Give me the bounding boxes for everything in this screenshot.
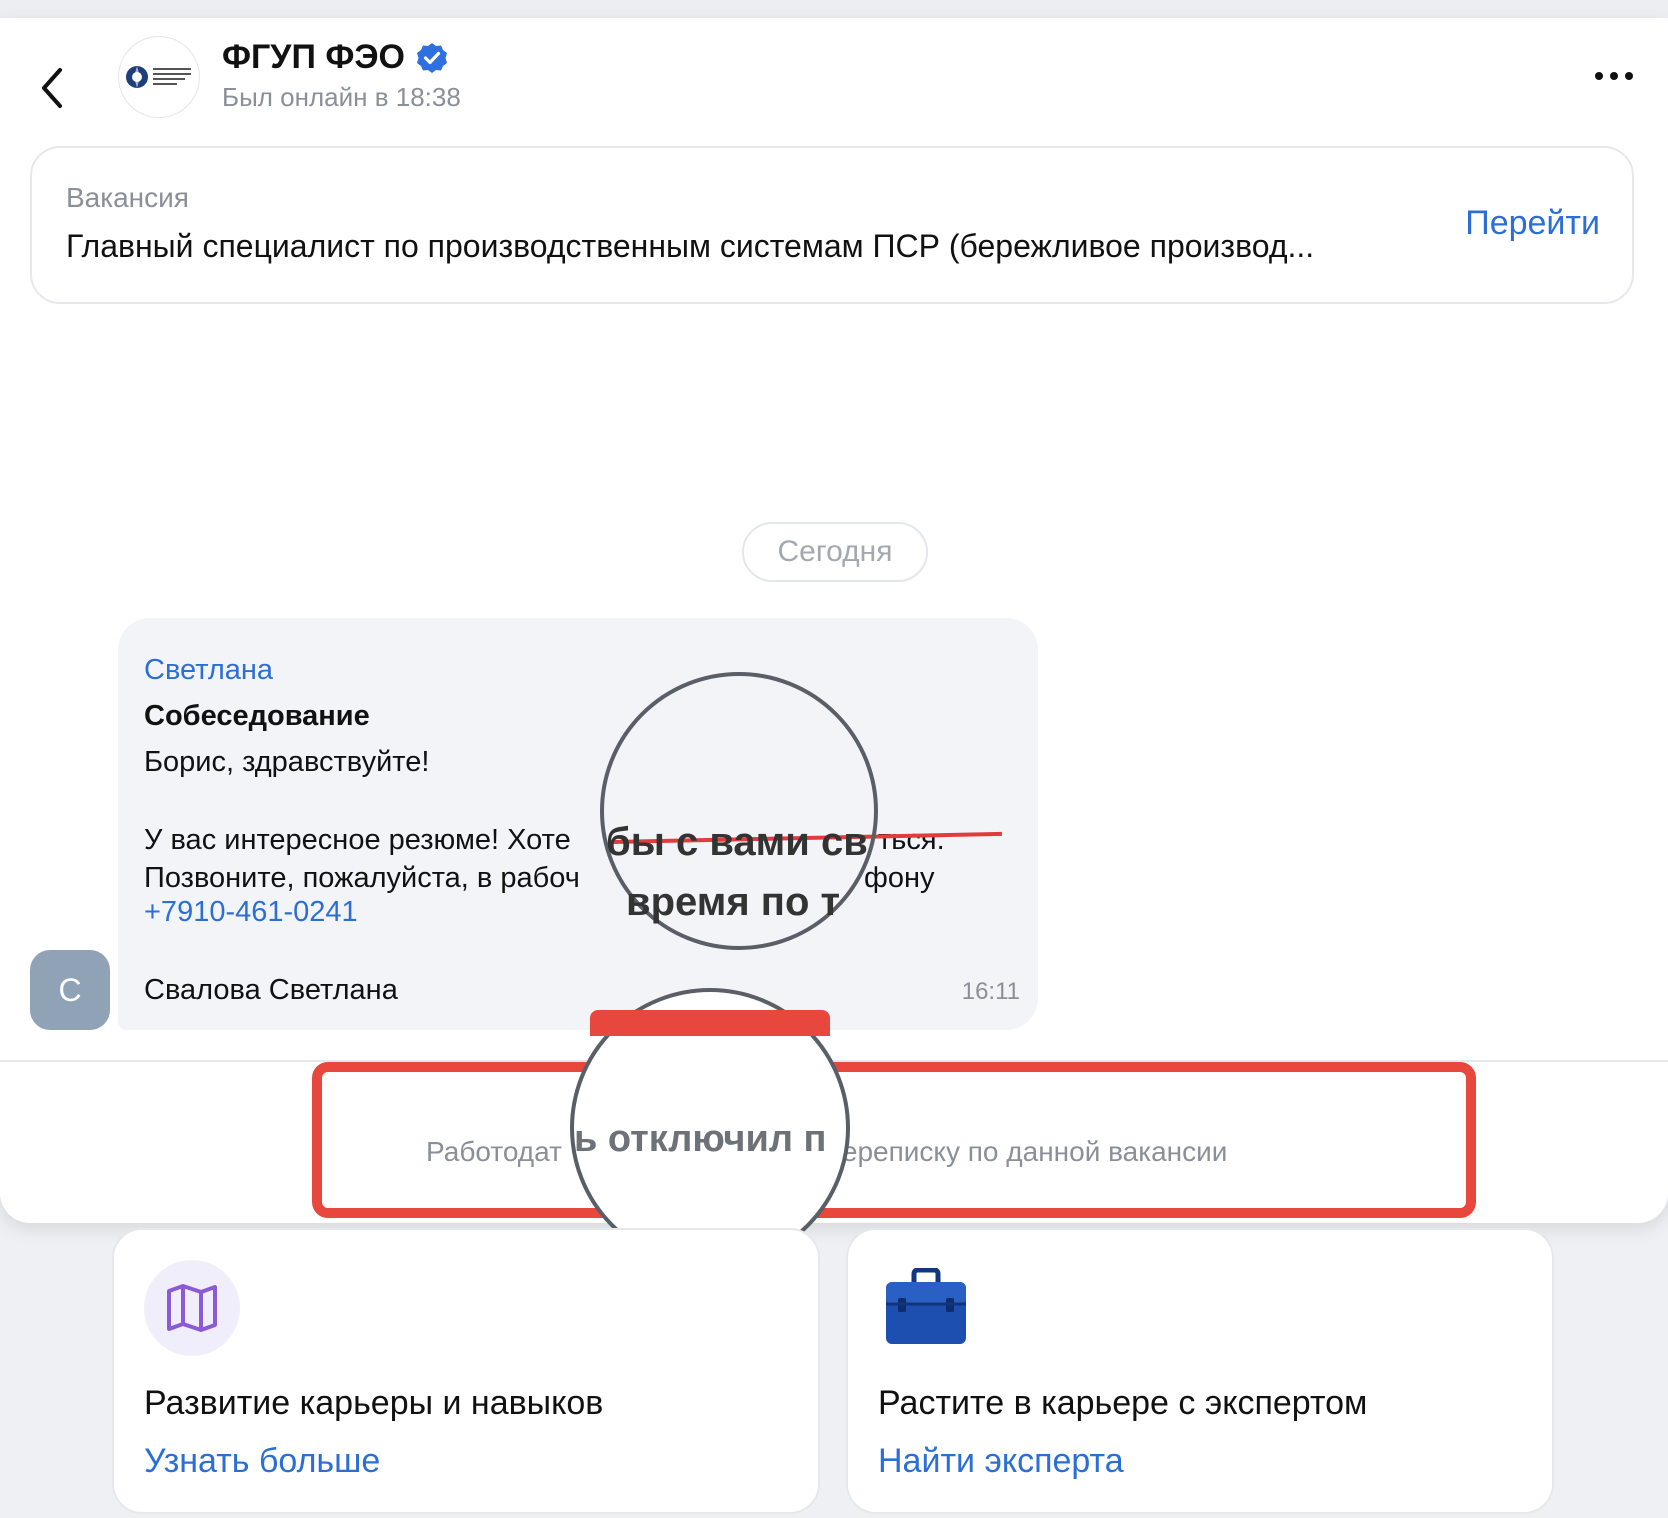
sender-avatar[interactable]: С [30, 950, 110, 1030]
briefcase-icon-wrap [884, 1267, 968, 1348]
rosatom-logo-icon [126, 66, 191, 88]
map-icon-wrap [144, 1260, 240, 1356]
promo-link-learn-more[interactable]: Узнать больше [144, 1442, 380, 1481]
company-name: ФГУП ФЭО [222, 38, 449, 77]
top-strip [0, 0, 1668, 18]
message-time: 16:11 [961, 978, 1020, 1005]
highlight-box [312, 1062, 1476, 1218]
message-line-1: У вас интересное резюме! Хоте [144, 824, 571, 856]
map-icon [167, 1284, 217, 1332]
vacancy-label: Вакансия [66, 182, 189, 213]
magnifier-2-text: ь отключил п [574, 1118, 827, 1160]
magnified-highlight-top [590, 1010, 830, 1036]
message-line-1-end: ться. [878, 824, 945, 856]
message-bubble: Светлана Собеседование Борис, здравствуй… [118, 618, 1038, 1030]
promo-card-career[interactable]: Развитие карьеры и навыков Узнать больше [112, 1228, 820, 1514]
back-button[interactable] [32, 58, 72, 118]
message-signature: Свалова Светлана [144, 974, 398, 1006]
briefcase-icon [886, 1267, 966, 1344]
online-status: Был онлайн в 18:38 [222, 82, 461, 112]
more-dots-icon [1595, 72, 1633, 80]
vacancy-title: Главный специалист по производственным с… [66, 228, 1315, 264]
magnifier-1-line-1: бы с вами св [606, 820, 868, 864]
chat-panel: ФГУП ФЭО Был онлайн в 18:38 Вакансия Гла… [0, 18, 1668, 1223]
promo-link-find-expert[interactable]: Найти эксперта [878, 1442, 1124, 1481]
vacancy-card[interactable]: Вакансия Главный специалист по производс… [30, 146, 1634, 304]
magnifier-1-line-2: время по т [626, 880, 841, 924]
company-logo[interactable] [118, 36, 200, 118]
company-name-text: ФГУП ФЭО [222, 38, 405, 76]
promo-title-career: Развитие карьеры и навыков [144, 1384, 604, 1422]
vacancy-go-link[interactable]: Перейти [1465, 204, 1600, 243]
chevron-left-icon [42, 68, 62, 108]
message-greeting: Борис, здравствуйте! [144, 746, 430, 778]
phone-link[interactable]: +7910-461-0241 [144, 896, 358, 929]
verified-badge-icon [416, 42, 447, 73]
message-line-2: Позвоните, пожалуйста, в рабоч [144, 862, 580, 894]
date-separator: Сегодня [742, 522, 928, 582]
more-options-button[interactable] [1584, 56, 1644, 96]
message-sender: Светлана [144, 654, 274, 686]
message-subject: Собеседование [144, 700, 370, 732]
promo-card-expert[interactable]: Растите в карьере с экспертом Найти эксп… [846, 1228, 1554, 1514]
promo-title-expert: Растите в карьере с экспертом [878, 1384, 1368, 1422]
message-line-2-end: фону [864, 862, 935, 894]
